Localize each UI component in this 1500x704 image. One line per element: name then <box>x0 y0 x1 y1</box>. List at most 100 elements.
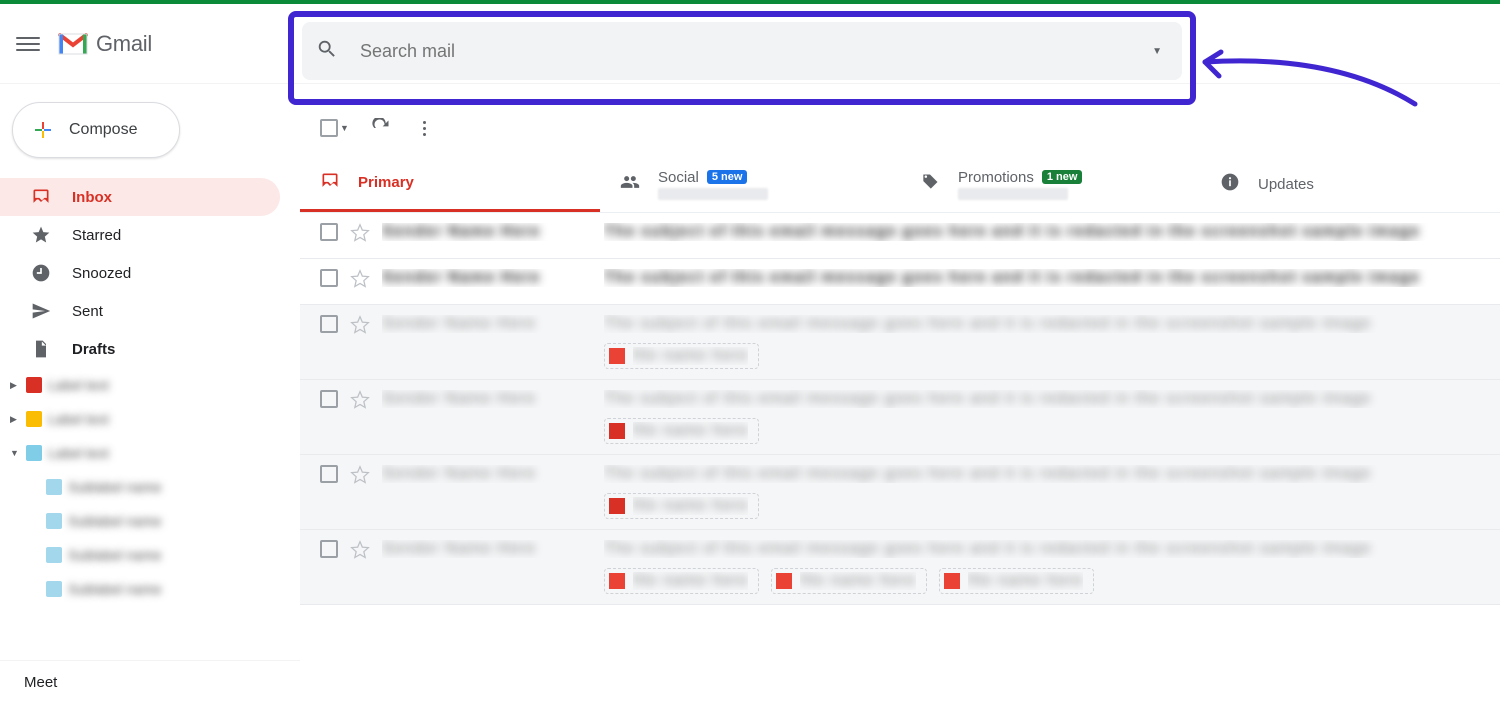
label-color-swatch <box>46 547 62 563</box>
attachment-chip[interactable]: file name here <box>604 568 759 594</box>
label-color-swatch <box>26 445 42 461</box>
nav-item-starred[interactable]: Starred <box>0 216 280 254</box>
email-row[interactable]: Sender Name Here The subject of this ema… <box>300 259 1500 305</box>
star-button[interactable] <box>350 223 370 248</box>
label-name: Label text <box>48 411 109 427</box>
compose-button[interactable]: Compose <box>12 102 180 158</box>
attachment-chip[interactable]: file name here <box>604 493 759 519</box>
attachment-icon <box>944 573 960 589</box>
email-row[interactable]: Sender Name Here The subject of this ema… <box>300 305 1500 380</box>
attachment-name: file name here <box>968 572 1083 590</box>
row-checkbox[interactable] <box>320 315 338 333</box>
refresh-button[interactable] <box>369 116 393 140</box>
attachment-icon <box>609 498 625 514</box>
expand-icon[interactable]: ▶ <box>10 380 20 391</box>
search-options-dropdown[interactable]: ▼ <box>1146 40 1168 63</box>
tab-label: Promotions <box>958 169 1034 186</box>
label-folder[interactable]: Sublabel name <box>0 538 300 572</box>
attachment-icon <box>609 348 625 364</box>
nav-label: Sent <box>72 303 103 320</box>
tab-subtext <box>958 188 1068 200</box>
attachment-icon <box>609 573 625 589</box>
label-name: Label text <box>48 377 109 393</box>
sender: Sender Name Here <box>382 315 592 333</box>
select-all-checkbox[interactable]: ▼ <box>320 119 349 137</box>
label-folder[interactable]: ▶ Label text <box>0 402 300 436</box>
nav-label: Drafts <box>72 341 115 358</box>
email-row[interactable]: Sender Name Here The subject of this ema… <box>300 530 1500 605</box>
promotions-icon <box>920 172 940 196</box>
attachment-name: file name here <box>633 497 748 515</box>
nav-item-snoozed[interactable]: Snoozed <box>0 254 280 292</box>
attachment-chip[interactable]: file name here <box>604 418 759 444</box>
label-color-swatch <box>26 411 42 427</box>
subject: The subject of this email message goes h… <box>604 315 1480 333</box>
label-color-swatch <box>46 581 62 597</box>
label-folder[interactable]: Sublabel name <box>0 572 300 606</box>
email-row[interactable]: Sender Name Here The subject of this ema… <box>300 380 1500 455</box>
clock-icon <box>30 262 52 284</box>
tab-label: Primary <box>358 174 414 191</box>
email-row[interactable]: Sender Name Here The subject of this ema… <box>300 213 1500 259</box>
inbox-icon <box>30 186 52 208</box>
label-name: Sublabel name <box>68 547 161 563</box>
tab-updates[interactable]: Updates <box>1200 156 1500 212</box>
email-row[interactable]: Sender Name Here The subject of this ema… <box>300 455 1500 530</box>
attachment-icon <box>609 423 625 439</box>
star-button[interactable] <box>350 465 370 490</box>
attachment-chip[interactable]: file name here <box>604 343 759 369</box>
tab-social[interactable]: Social5 new <box>600 156 900 212</box>
tab-promotions[interactable]: Promotions1 new <box>900 156 1200 212</box>
category-tabs: Primary Social5 newPromotions1 newUpdates <box>300 156 1500 213</box>
mail-toolbar: ▼ <box>300 104 1500 152</box>
expand-icon[interactable]: ▶ <box>10 414 20 425</box>
star-button[interactable] <box>350 315 370 340</box>
nav-label: Starred <box>72 227 121 244</box>
label-folder[interactable]: Sublabel name <box>0 504 300 538</box>
star-button[interactable] <box>350 269 370 294</box>
nav-label: Snoozed <box>72 265 131 282</box>
attachment-chip[interactable]: file name here <box>771 568 926 594</box>
row-checkbox[interactable] <box>320 390 338 408</box>
label-color-swatch <box>46 513 62 529</box>
main-menu-button[interactable] <box>16 32 40 56</box>
expand-icon[interactable]: ▼ <box>10 448 20 458</box>
tab-primary[interactable]: Primary <box>300 156 600 212</box>
star-icon <box>30 224 52 246</box>
nav-item-inbox[interactable]: Inbox <box>0 178 280 216</box>
social-icon <box>620 172 640 196</box>
nav-label: Inbox <box>72 189 112 206</box>
label-name: Sublabel name <box>68 479 161 495</box>
meet-section-header[interactable]: Meet <box>0 660 300 704</box>
row-checkbox[interactable] <box>320 269 338 287</box>
subject: The subject of this email message goes h… <box>604 465 1480 483</box>
nav-item-drafts[interactable]: Drafts <box>0 330 280 368</box>
label-folder[interactable]: ▼Label text <box>0 436 300 470</box>
send-icon <box>30 300 52 322</box>
subject: The subject of this email message goes h… <box>604 390 1480 408</box>
search-icon[interactable] <box>316 38 338 65</box>
search-bar[interactable]: ▼ <box>302 22 1182 80</box>
label-folder[interactable]: Sublabel name <box>0 470 300 504</box>
search-input[interactable] <box>360 41 1146 62</box>
attachment-name: file name here <box>633 572 748 590</box>
star-button[interactable] <box>350 540 370 565</box>
attachment-chips: file name here <box>604 418 1480 444</box>
nav-item-sent[interactable]: Sent <box>0 292 280 330</box>
row-checkbox[interactable] <box>320 223 338 241</box>
row-checkbox[interactable] <box>320 465 338 483</box>
more-options-button[interactable] <box>413 116 437 140</box>
sender: Sender Name Here <box>382 540 592 558</box>
label-name: Sublabel name <box>68 513 161 529</box>
tab-badge: 5 new <box>707 170 748 184</box>
gmail-logo[interactable]: Gmail <box>58 31 152 57</box>
compose-label: Compose <box>69 121 137 139</box>
sender: Sender Name Here <box>382 390 592 408</box>
email-list: Sender Name Here The subject of this ema… <box>300 213 1500 704</box>
attachment-chip[interactable]: file name here <box>939 568 1094 594</box>
label-folder[interactable]: ▶ Label text <box>0 368 300 402</box>
row-checkbox[interactable] <box>320 540 338 558</box>
star-button[interactable] <box>350 390 370 415</box>
gmail-icon <box>58 33 88 55</box>
app-name: Gmail <box>96 31 152 57</box>
